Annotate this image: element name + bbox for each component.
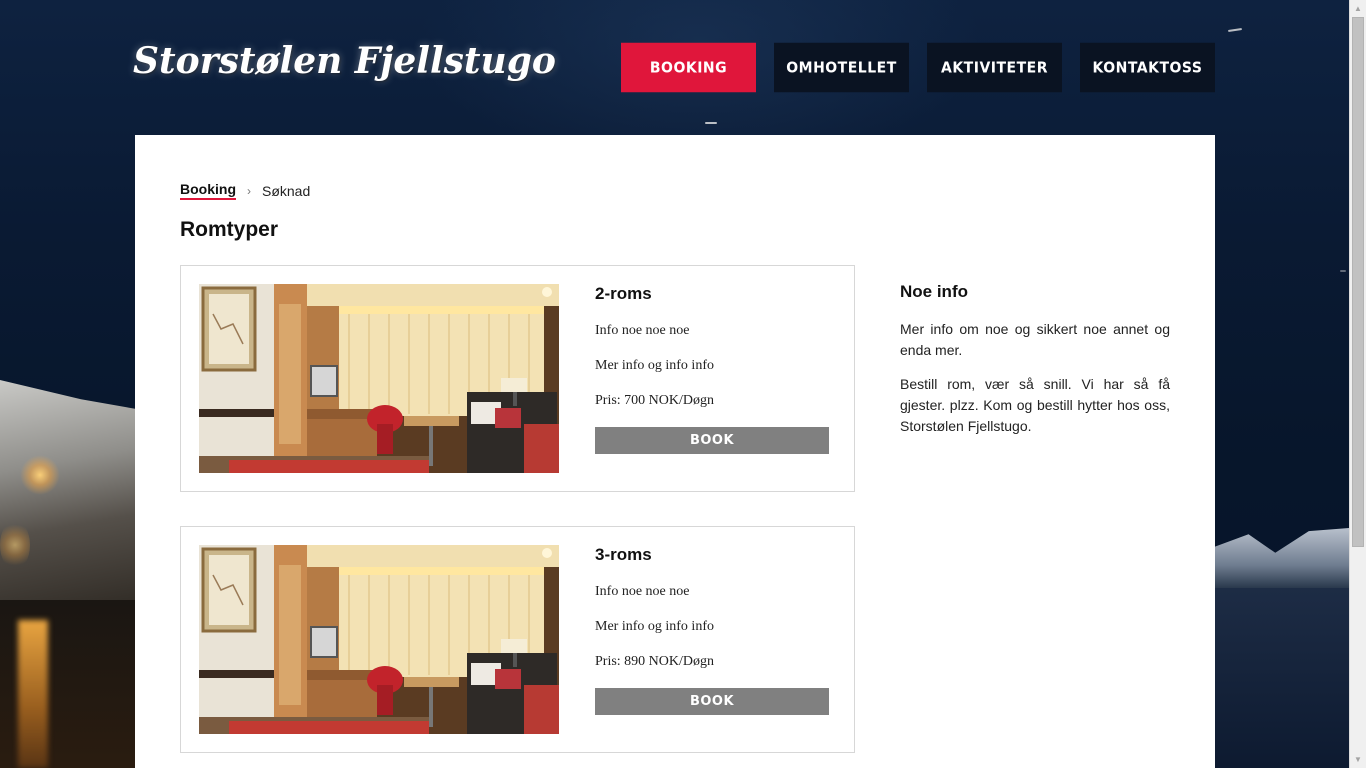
- room-card: 3-roms Info noe noe noe Mer info og info…: [180, 526, 855, 753]
- room-info-line: Mer info og info info: [595, 358, 714, 373]
- sidebar-title: Noe info: [900, 282, 968, 301]
- room-info-line: Mer info og info info: [595, 619, 714, 634]
- scroll-down-arrow-icon[interactable]: ▼: [1350, 751, 1366, 768]
- info-sidebar: Noe info Mer info om noe og sikkert noe …: [900, 282, 1170, 437]
- room-info-line: Info noe noe noe: [595, 323, 690, 338]
- room-card: 2-roms Info noe noe noe Mer info og info…: [180, 265, 855, 492]
- room-price: Pris: 890 NOK/Døgn: [595, 654, 715, 669]
- nav-kontakt-oss[interactable]: KONTAKTOSS: [1080, 42, 1215, 93]
- scroll-up-arrow-icon[interactable]: ▲: [1350, 0, 1366, 17]
- light-reflection: [18, 620, 48, 768]
- nav-booking[interactable]: BOOKING: [621, 42, 756, 93]
- room-info: 2-roms Info noe noe noe Mer info og info…: [595, 284, 829, 454]
- nav-aktiviteter[interactable]: AKTIVITETER: [927, 42, 1062, 93]
- scrollbar-thumb[interactable]: [1352, 17, 1364, 547]
- star-trail: [1340, 270, 1346, 272]
- snowy-mountain-left: [0, 380, 135, 620]
- fjord-water-right: [1215, 588, 1349, 768]
- nav-om-hotellet[interactable]: OMHOTELLET: [774, 42, 909, 93]
- room-photo: [199, 284, 559, 473]
- breadcrumb-link-booking[interactable]: Booking: [180, 181, 236, 200]
- content-panel: Booking › Søknad Romtyper 2-roms Info no…: [135, 135, 1215, 768]
- room-price: Pris: 700 NOK/Døgn: [595, 393, 715, 408]
- room-name: 3-roms: [595, 545, 652, 564]
- vertical-scrollbar[interactable]: ▲ ▼: [1349, 0, 1366, 768]
- room-photo: [199, 545, 559, 734]
- breadcrumb-current: Søknad: [262, 182, 311, 199]
- room-info: 3-roms Info noe noe noe Mer info og info…: [595, 545, 829, 715]
- room-name: 2-roms: [595, 284, 652, 303]
- room-info-line: Info noe noe noe: [595, 584, 690, 599]
- book-button[interactable]: BOOK: [595, 427, 829, 454]
- main-nav: BOOKING OMHOTELLET AKTIVITETER KONTAKTOS…: [621, 42, 1215, 93]
- book-button[interactable]: BOOK: [595, 688, 829, 715]
- breadcrumb-separator: ›: [247, 183, 251, 198]
- snowy-mountain-right: [1215, 528, 1349, 590]
- street-light-glow: [20, 455, 60, 495]
- street-light-glow: [0, 520, 30, 570]
- sidebar-paragraph: Mer info om noe og sikkert noe annet og …: [900, 321, 1170, 358]
- star-trail: [705, 122, 717, 124]
- breadcrumb: Booking › Søknad: [180, 181, 310, 200]
- page-title: Romtyper: [180, 218, 279, 241]
- star-trail: [1227, 28, 1243, 32]
- site-logo[interactable]: Storstølen Fjellstugo: [133, 40, 556, 82]
- sidebar-paragraph: Bestill rom, vær så snill. Vi har så få …: [900, 376, 1170, 434]
